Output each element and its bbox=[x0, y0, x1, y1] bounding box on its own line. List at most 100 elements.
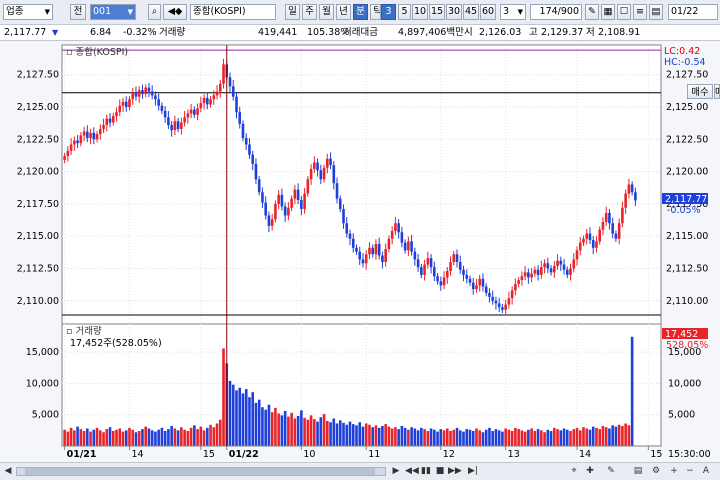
candle-body bbox=[134, 92, 138, 97]
grid-icon[interactable]: ▦ bbox=[601, 4, 615, 20]
candle-body bbox=[66, 150, 70, 157]
hc-value: HC:-0.54 bbox=[664, 57, 706, 68]
volume-bar bbox=[611, 425, 614, 446]
count-field[interactable]: 174/900 bbox=[530, 4, 582, 20]
draw-icon[interactable]: ✎ bbox=[605, 465, 617, 478]
candle-body bbox=[163, 110, 167, 118]
interval-10[interactable]: 10 bbox=[412, 4, 428, 20]
step-icon[interactable]: ▶| bbox=[467, 465, 479, 478]
menu-icon[interactable]: ≡ bbox=[633, 4, 647, 20]
tab-week[interactable]: 주 bbox=[302, 4, 317, 20]
volume-bar bbox=[134, 432, 138, 446]
zoom-in-icon[interactable]: + bbox=[668, 465, 680, 478]
market-alt-button[interactable]: 전 bbox=[70, 4, 86, 20]
candle-body bbox=[254, 163, 258, 180]
chart-svg[interactable]: 2,127.50 2,127.50 2,125.00 2,125.00 2,122.50… bbox=[0, 41, 720, 462]
tab-month[interactable]: 월 bbox=[319, 4, 334, 20]
candle-body bbox=[565, 269, 569, 275]
volume-bar bbox=[426, 430, 430, 446]
checkbox-icon[interactable]: ☐ bbox=[617, 4, 631, 20]
candle-body bbox=[222, 64, 225, 84]
volume-bar bbox=[309, 415, 313, 446]
candle-body bbox=[549, 268, 553, 273]
scroll-right-icon[interactable]: ▶ bbox=[390, 465, 402, 478]
volume-bar bbox=[157, 429, 160, 446]
scroll-track[interactable] bbox=[16, 467, 386, 476]
candle-body bbox=[361, 259, 365, 264]
buy-button[interactable]: 매수 bbox=[687, 84, 713, 99]
volume-bar bbox=[361, 426, 365, 446]
quote-bar: 2,117.77 ▼ 6.84 -0.32% 거래량 419,441 105.3… bbox=[0, 25, 720, 41]
price-tick-left: 2,115.00 bbox=[17, 231, 59, 242]
candle-body bbox=[575, 250, 579, 260]
market-select[interactable]: 업종 ▼ bbox=[3, 4, 53, 20]
interval-45[interactable]: 45 bbox=[463, 4, 479, 20]
zoom-out-icon[interactable]: ⌖ bbox=[568, 465, 580, 478]
candle-body bbox=[442, 277, 446, 286]
candle-body bbox=[98, 128, 102, 135]
crosshair-icon[interactable]: ✚ bbox=[584, 465, 596, 478]
pause-icon[interactable]: ▮▮ bbox=[420, 465, 432, 478]
candle-body bbox=[147, 87, 151, 92]
scroll-left-icon[interactable]: ◀ bbox=[2, 465, 14, 478]
candle-body bbox=[170, 125, 173, 131]
volume-bar bbox=[617, 424, 621, 446]
candle-body bbox=[481, 278, 485, 287]
candle-body bbox=[468, 278, 472, 283]
volume-bar bbox=[115, 429, 118, 446]
candle-body bbox=[95, 134, 99, 140]
tab-day[interactable]: 일 bbox=[285, 4, 300, 20]
interval-5[interactable]: 5 bbox=[398, 4, 411, 20]
interval-30[interactable]: 30 bbox=[446, 4, 462, 20]
volume-bar bbox=[364, 423, 368, 446]
volume-bar bbox=[452, 429, 456, 446]
tab-year[interactable]: 년 bbox=[336, 4, 351, 20]
settings-icon[interactable]: ⚙ bbox=[650, 465, 662, 478]
volume-bar bbox=[475, 428, 478, 446]
interval-60[interactable]: 60 bbox=[480, 4, 496, 20]
tools-icon[interactable]: ✎ bbox=[585, 4, 599, 20]
search-icon[interactable]: ⌕ bbox=[148, 4, 161, 20]
candle-body bbox=[608, 212, 611, 224]
play-icon[interactable]: ▶▶ bbox=[448, 465, 462, 478]
table-icon[interactable]: ▤ bbox=[632, 465, 644, 478]
volume-bar bbox=[325, 420, 329, 446]
candle-body bbox=[390, 231, 394, 239]
stop-icon[interactable]: ■ bbox=[434, 465, 446, 478]
sell-button[interactable]: 매도 bbox=[714, 84, 720, 99]
chart-area[interactable]: 2,127.50 2,127.50 2,125.00 2,125.00 2,122.50… bbox=[0, 41, 720, 479]
candle-body bbox=[144, 87, 147, 95]
interval-select[interactable]: 3 ▼ bbox=[500, 4, 526, 20]
volume-bar bbox=[290, 412, 293, 446]
interval-3[interactable]: 3 bbox=[381, 4, 396, 20]
candle-body bbox=[452, 254, 456, 262]
candle-body bbox=[348, 233, 352, 239]
candle-body bbox=[439, 281, 443, 286]
volume-bar bbox=[176, 430, 180, 446]
date-field[interactable]: 01/22 bbox=[668, 4, 718, 20]
tab-minute[interactable]: 분 bbox=[353, 4, 368, 20]
volume-bar bbox=[403, 427, 407, 446]
volume-bar bbox=[79, 429, 83, 446]
rewind-icon[interactable]: ◀◀ bbox=[405, 465, 419, 478]
volume-bar bbox=[137, 430, 141, 446]
candle-body bbox=[300, 200, 303, 210]
volume-bar bbox=[167, 429, 170, 446]
code-input[interactable]: 001 ▼ bbox=[90, 4, 136, 20]
time-tick-label: 10 bbox=[303, 449, 315, 460]
candle-body bbox=[196, 108, 199, 115]
candle-body bbox=[533, 269, 537, 274]
candle-body bbox=[199, 103, 203, 109]
candle-body bbox=[384, 249, 387, 262]
change-percent: -0.32% bbox=[123, 27, 157, 38]
calendar-icon[interactable]: ▤ bbox=[649, 4, 663, 20]
remove-icon[interactable]: − bbox=[684, 465, 696, 478]
text-icon[interactable]: A bbox=[700, 465, 712, 478]
candle-body bbox=[115, 112, 118, 117]
scroll-thumb[interactable] bbox=[25, 468, 375, 475]
candle-body bbox=[562, 264, 566, 270]
candle-body bbox=[351, 238, 355, 248]
interval-15[interactable]: 15 bbox=[429, 4, 445, 20]
speaker-icon[interactable]: ◀◆ bbox=[163, 4, 187, 20]
volume-bar bbox=[436, 431, 439, 446]
